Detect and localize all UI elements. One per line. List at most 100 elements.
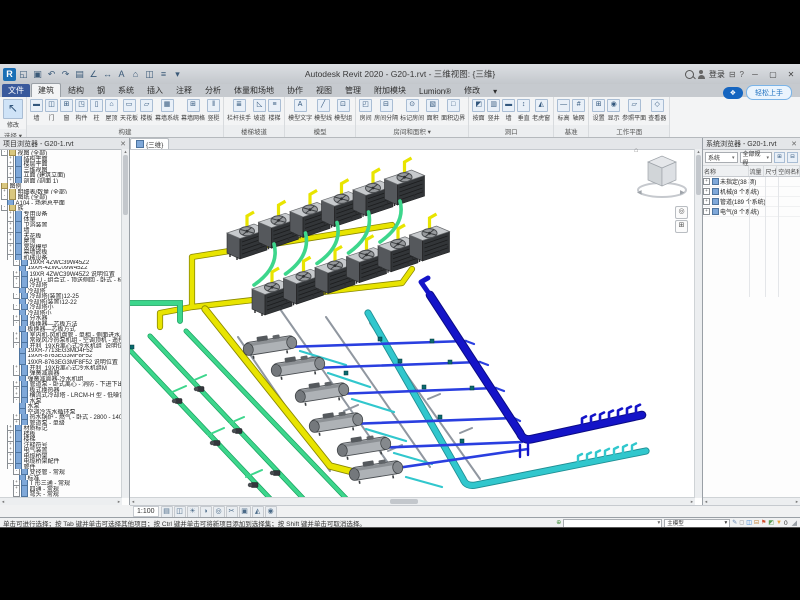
column-header-名称[interactable]: 名称 [703, 166, 749, 176]
shadows-icon[interactable]: ◑ [200, 506, 212, 518]
ribbon-tool-栏杆扶手[interactable]: ≣栏杆扶手 [227, 99, 251, 122]
editable-only-icon[interactable]: ✎ [732, 519, 737, 527]
scroll-thumb[interactable] [123, 155, 128, 215]
row-expander-icon[interactable]: + [703, 208, 710, 215]
ribbon-tool-墙[interactable]: ▬墙 [30, 99, 43, 122]
scroll-right-icon[interactable]: ► [117, 499, 121, 504]
ribbon-group-label[interactable]: 模型 [285, 125, 355, 137]
column-header-空间名称[interactable]: 空间名称 [777, 166, 800, 176]
press-drag-icon[interactable]: ◻ [739, 519, 744, 527]
system-browser-row[interactable]: +机械(8 个系统) [703, 187, 800, 197]
ribbon-tool-显示[interactable]: ◉显示 [607, 99, 620, 122]
column-header-尺寸[interactable]: 尺寸 [764, 166, 777, 176]
close-icon[interactable]: ✕ [791, 140, 797, 148]
ribbon-tool-面积边界[interactable]: □面积边界 [441, 99, 465, 122]
ribbon-tab-体量和场地[interactable]: 体量和场地 [228, 84, 280, 97]
view-tab[interactable]: {三维} [130, 138, 169, 149]
select-links-icon[interactable]: ◫ [746, 519, 752, 527]
ribbon-group-label[interactable]: 洞口 [469, 125, 553, 137]
view-by-select[interactable]: 系统▾ [705, 152, 738, 163]
section-icon[interactable]: ◫ [143, 68, 156, 81]
ribbon-tool-模型组[interactable]: ⊡模型组 [334, 99, 352, 122]
save-icon[interactable]: ▣ [31, 68, 44, 81]
restore-button[interactable]: ▢ [766, 70, 780, 79]
ribbon-tool-楼梯[interactable]: ≡楼梯 [268, 99, 281, 122]
ribbon-tool-面积[interactable]: ▧面积 [426, 99, 439, 122]
ribbon-tab-建筑[interactable]: 建筑 [31, 83, 61, 97]
ribbon-tab-插入[interactable]: 插入 [141, 84, 169, 97]
ribbon-tab-修改[interactable]: 修改 [458, 84, 486, 97]
ribbon-tab-附加模块[interactable]: 附加模块 [368, 84, 412, 97]
select-by-face-icon[interactable]: ◩ [768, 519, 774, 527]
ribbon-tool-幕墙系统[interactable]: ▦幕墙系统 [155, 99, 179, 122]
minimize-button[interactable]: ─ [748, 70, 762, 79]
worksets-icon[interactable]: ⊕ [556, 519, 561, 527]
scroll-left-icon[interactable]: ◄ [1, 499, 5, 504]
row-expander-icon[interactable]: + [703, 188, 710, 195]
project-browser-vertical-scrollbar[interactable]: ▲ [121, 149, 129, 498]
undo-icon[interactable]: ↶ [45, 68, 58, 81]
text-icon[interactable]: A [115, 68, 128, 81]
crop-view-icon[interactable]: ✂ [226, 506, 238, 518]
ribbon-tool-构件[interactable]: ◳构件 [75, 99, 88, 122]
ribbon-tool-按面[interactable]: ◩按面 [472, 99, 485, 122]
ribbon-tab-系统[interactable]: 系统 [112, 84, 140, 97]
select-underlay-icon[interactable]: ⊟ [754, 519, 759, 527]
app-store-icon[interactable]: ⊟ [729, 70, 736, 79]
ribbon-tool-标高[interactable]: ―标高 [557, 99, 570, 122]
resize-grip-icon[interactable]: ◢ [792, 519, 797, 527]
discipline-select[interactable]: 全部规程▾ [740, 152, 773, 163]
visual-style-icon[interactable]: ◫ [174, 506, 186, 518]
ribbon-tool-轴网[interactable]: #轴网 [572, 99, 585, 122]
ribbon-tab-钢[interactable]: 钢 [91, 84, 111, 97]
design-option-select[interactable]: 主模型▾ [664, 519, 730, 528]
expand-all-icon[interactable]: ⊞ [774, 152, 785, 163]
render-icon[interactable]: ◎ [213, 506, 225, 518]
close-icon[interactable]: ✕ [120, 140, 126, 148]
ribbon-group-label[interactable]: 构建 [27, 125, 223, 137]
ribbon-group-label[interactable]: 基准 [554, 125, 588, 137]
ribbon-tool-修改[interactable]: ↖修改 [3, 99, 23, 129]
system-browser-horizontal-scrollbar[interactable]: ◄► [703, 497, 800, 505]
cyan-pipes[interactable] [300, 313, 646, 487]
row-expander-icon[interactable]: + [703, 198, 710, 205]
ribbon-group-label[interactable]: 工作平面 [589, 125, 669, 137]
ribbon-tool-屋顶[interactable]: ⌂屋顶 [105, 99, 118, 122]
ribbon-tab-▾[interactable]: ▾ [487, 86, 503, 97]
ribbon-tool-天花板[interactable]: ▭天花板 [120, 99, 138, 122]
ribbon-tool-幕墙网格[interactable]: ⊞幕墙网格 [181, 99, 205, 122]
user-icon[interactable] [698, 75, 705, 79]
open-icon[interactable]: ◱ [17, 68, 30, 81]
promo-button[interactable]: 轻松上手 [746, 85, 792, 100]
ribbon-group-label[interactable]: 楼梯坡道 [224, 125, 284, 137]
ribbon-tab-文件[interactable]: 文件 [2, 84, 30, 97]
system-browser-row[interactable]: +电气(8 个系统) [703, 207, 800, 217]
help-icon[interactable]: ? [740, 70, 744, 79]
view-cube[interactable]: ⌂ ◀▶ [632, 144, 690, 204]
ribbon-tool-参照平面[interactable]: ▱参照平面 [622, 99, 646, 122]
scale-indicator[interactable]: 1:100 [133, 506, 159, 517]
piping-model-3d-scene[interactable] [130, 149, 695, 498]
ribbon-tool-窗[interactable]: ⊞窗 [60, 99, 73, 122]
ribbon-tool-房间[interactable]: ◰房间 [359, 99, 372, 122]
temporary-hide-isolate-icon[interactable]: ◭ [252, 506, 264, 518]
redo-icon[interactable]: ↷ [59, 68, 72, 81]
ribbon-group-label[interactable]: 房间和面积 ▾ [356, 125, 468, 137]
steering-wheel-icon[interactable]: ◎ [675, 206, 688, 219]
sun-path-icon[interactable]: ☀ [187, 506, 199, 518]
project-browser-horizontal-scrollbar[interactable]: ◄ ► [0, 497, 122, 505]
pumps[interactable] [172, 387, 280, 488]
revit-logo[interactable]: R [3, 68, 16, 81]
default-3d-view-icon[interactable]: ⌂ [129, 68, 142, 81]
ribbon-tab-管理[interactable]: 管理 [339, 84, 367, 97]
ribbon-tab-视图[interactable]: 视图 [310, 84, 338, 97]
detail-level-icon[interactable]: ▤ [161, 506, 173, 518]
system-browser-row[interactable]: +管道(189 个系统) [703, 197, 800, 207]
thin-lines-icon[interactable]: ≡ [157, 68, 170, 81]
ribbon-tool-竖井[interactable]: ▥竖井 [487, 99, 500, 122]
close-button[interactable]: ✕ [784, 70, 798, 79]
ribbon-tool-柱[interactable]: ▯柱 [90, 99, 103, 122]
ribbon-tool-模型文字[interactable]: A模型文字 [288, 99, 312, 122]
column-header-流量[interactable]: 流量 [749, 166, 765, 176]
collapse-all-icon[interactable]: ⊟ [787, 152, 798, 163]
